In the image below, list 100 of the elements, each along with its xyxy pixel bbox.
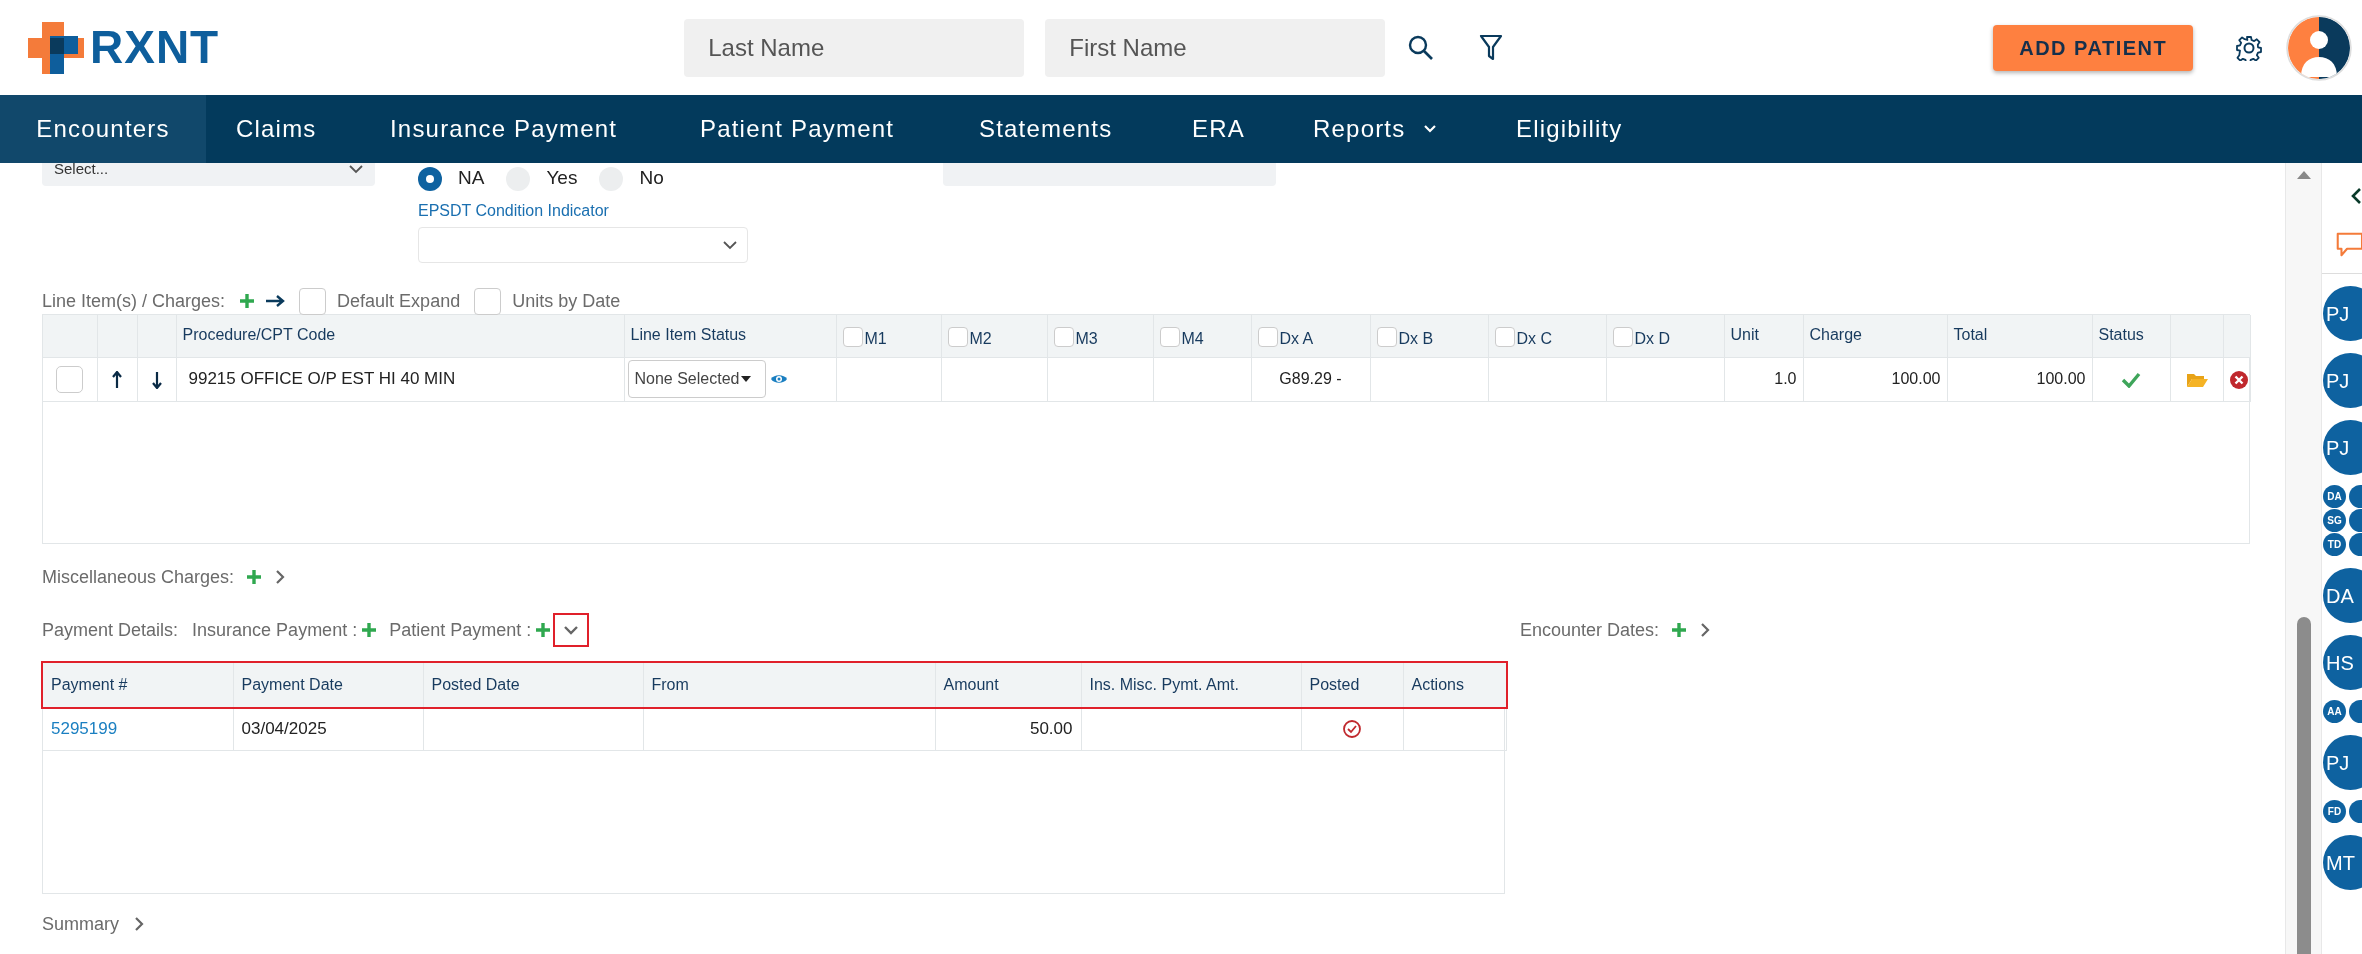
avatar[interactable]: DA [2323,485,2346,508]
nav-tab[interactable]: Eligibility [1486,95,1686,163]
search-field[interactable]: Last Name [684,18,1025,77]
column-header: Dx D [1634,329,1671,349]
column-header: Dx C [1516,329,1553,349]
section-label: Line Item(s) / Charges: [42,289,226,313]
avatar[interactable]: FD [2323,800,2346,823]
select-value: Select... [54,163,109,180]
column-header: Payment Date [233,663,423,707]
payment-link[interactable]: 5295199 [51,718,118,738]
checkbox[interactable] [1257,327,1278,347]
column-header: Posted Date [423,663,643,707]
chat-icon[interactable] [2334,231,2362,259]
avatar-icon[interactable] [2286,14,2353,81]
avatar[interactable]: SG [2323,509,2346,532]
select-field[interactable]: Select... [42,163,375,186]
avatar[interactable]: DA [2323,568,2362,623]
column-header: Status [2092,315,2170,357]
settings-icon[interactable] [2236,34,2263,61]
avatar[interactable]: AA [2323,700,2346,723]
table-cell: 50.00 [935,707,1081,750]
section-label: Encounter Dates: [1520,618,1660,642]
chevron-right-icon[interactable] [1699,622,1712,638]
column-header: M1 [864,329,887,349]
nav-tab[interactable]: ERA [1162,95,1283,163]
column-header: Dx A [1279,329,1314,349]
column-header: Ins. Misc. Pymt. Amt. [1081,663,1301,707]
checkbox[interactable] [1494,327,1515,347]
avatar[interactable]: HS [2323,635,2362,690]
column-header: M3 [1075,329,1098,349]
add-icon[interactable] [361,622,378,638]
checkbox[interactable] [56,365,84,393]
avatar[interactable]: PJ [2323,286,2362,341]
checkbox[interactable] [1053,327,1074,347]
scrollbar-thumb[interactable] [2296,617,2311,954]
checkmark-icon [2121,371,2141,388]
status-select[interactable]: None Selected [627,360,766,398]
section-label: Patient Payment : [389,618,532,642]
checkbox[interactable] [474,287,502,315]
field-label: EPSDT Condition Indicator [418,201,610,221]
checkbox[interactable] [1376,327,1397,347]
section-label: Summary [42,912,119,936]
nav-tab[interactable]: Reports [1283,95,1486,163]
table-cell: G89.29 - [1251,357,1370,401]
add-patient-button[interactable]: ADD PATIENT [1993,24,2194,71]
nav-tab[interactable]: Patient Payment [670,95,949,163]
right-arrow-icon[interactable] [265,295,286,307]
avatar[interactable]: PJ [2323,735,2362,790]
add-icon[interactable] [246,569,263,585]
table-cell: 03/04/2025 [233,707,423,750]
column-header: Dx B [1398,329,1434,349]
avatar[interactable]: PJ [2323,353,2362,408]
search-field[interactable]: First Name [1045,18,1386,77]
chevron-down-icon [563,625,580,635]
radio-button[interactable] [418,166,442,191]
checkbox[interactable] [1159,327,1180,347]
folder-icon[interactable] [2185,371,2208,388]
column-header: Line Item Status [624,315,836,357]
chevron-right-icon[interactable] [133,916,145,932]
checkbox-label: Units by Date [512,289,621,313]
chevron-right-icon[interactable] [274,569,287,585]
checkbox-label: Default Expand [337,289,461,313]
add-icon[interactable] [535,622,552,638]
chevron-down-icon [1423,124,1438,134]
radio-label: No [639,166,664,191]
avatar[interactable]: MT [2323,835,2362,890]
checkbox[interactable] [842,327,863,347]
add-icon[interactable] [239,293,256,309]
logo-icon [28,21,84,74]
caret-icon [741,376,752,382]
table-cell: 100.00 [1803,357,1947,401]
add-icon[interactable] [1671,622,1688,638]
avatar[interactable]: TD [2323,533,2346,556]
checkbox[interactable] [947,327,968,347]
nav-tab[interactable]: Encounters [0,95,206,163]
column-header: Payment # [43,663,233,707]
nav-tab[interactable]: Insurance Payment [360,95,670,163]
checkbox[interactable] [299,287,327,315]
nav-tab[interactable]: Claims [206,95,360,163]
delete-icon[interactable] [2229,370,2248,389]
checkbox[interactable] [1612,327,1633,347]
collapse-button[interactable] [553,613,590,647]
section-label: Miscellaneous Charges: [42,565,235,589]
chevron-left-icon[interactable] [2350,187,2362,205]
scroll-up-icon[interactable] [2296,171,2311,179]
column-header: Total [1947,315,2092,357]
column-header: From [643,663,935,707]
up-arrow-icon[interactable] [112,370,122,389]
section-label: Insurance Payment : [192,618,358,642]
avatar[interactable]: PJ [2323,420,2362,475]
filter-icon[interactable] [1479,32,1504,63]
column-header: Amount [935,663,1081,707]
column-header: Unit [1724,315,1803,357]
nav-tab[interactable]: Statements [949,95,1162,163]
section-label: Payment Details: [42,618,179,642]
table-cell: 100.00 [1947,357,2092,401]
scrollbar[interactable] [2285,163,2322,954]
eye-icon[interactable] [769,373,788,385]
radio-label: NA [458,166,485,191]
down-arrow-icon[interactable] [151,370,162,389]
